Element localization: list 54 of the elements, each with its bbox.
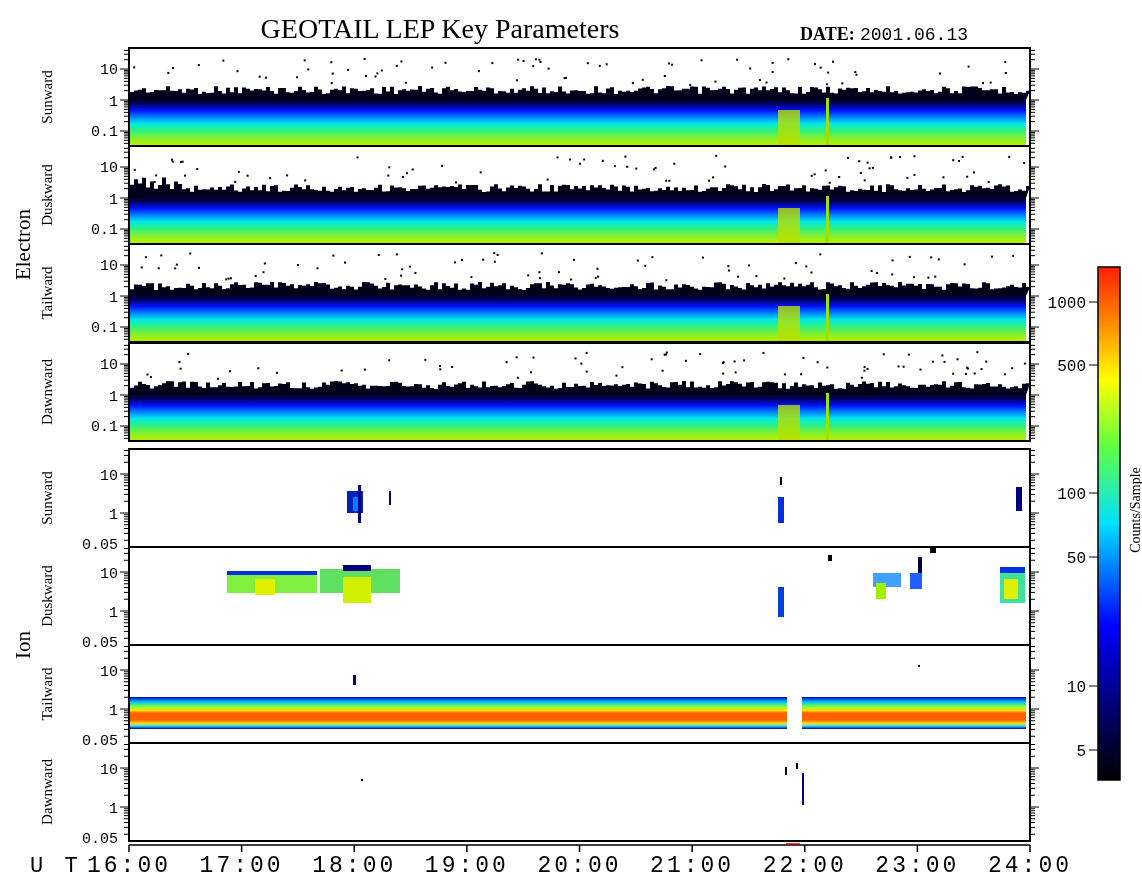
- y-tick-label: 1: [109, 801, 118, 818]
- panel-label: Duskward: [39, 164, 55, 226]
- y-tick-label: 1: [109, 389, 118, 406]
- time-tick-label: 19:00: [424, 853, 509, 879]
- y-tick-label: 0.05: [82, 733, 118, 750]
- color-scale-label: 500: [1057, 358, 1086, 376]
- y-tick-label: 10: [100, 566, 118, 583]
- y-tick-label: 10: [100, 468, 118, 485]
- y-tick-label: 0.1: [91, 124, 118, 141]
- y-tick-label: 0.05: [82, 831, 118, 848]
- group-label: Electron: [11, 208, 35, 281]
- panel-label: Tailward: [39, 667, 55, 721]
- group-label: Ion: [11, 631, 35, 659]
- y-tick-label: 0.1: [91, 419, 118, 436]
- y-tick-label: 0.05: [82, 635, 118, 652]
- y-tick-label: 10: [100, 762, 118, 779]
- panel-label: Dawnward: [39, 359, 55, 425]
- plot-title: GEOTAIL LEP Key Parameters: [260, 13, 620, 44]
- panel-label: Duskward: [39, 565, 55, 627]
- y-tick-label: 1: [109, 192, 118, 209]
- y-tick-label: 1: [109, 507, 118, 524]
- color-scale-label: 100: [1057, 486, 1086, 504]
- y-tick-label: 10: [100, 258, 118, 275]
- y-tick-label: 1: [109, 703, 118, 720]
- time-tick-label: 16:00: [87, 853, 171, 879]
- y-tick-label: 0.1: [91, 320, 118, 337]
- panel-label: Tailward: [39, 266, 55, 320]
- color-scale-label: 50: [1066, 550, 1086, 568]
- time-tick-label: 18:00: [312, 853, 397, 879]
- y-tick-label: 0.1: [91, 222, 118, 239]
- y-tick-label: 10: [100, 62, 118, 79]
- y-tick-label: 10: [100, 357, 118, 374]
- time-tick-label: 22:00: [762, 853, 847, 879]
- y-tick-label: 10: [100, 160, 118, 177]
- time-tick-label: 24:00: [988, 853, 1072, 879]
- panel-label: Dawnward: [39, 759, 55, 825]
- panel-label: Sunward: [39, 471, 55, 525]
- gap-marker: [785, 843, 801, 845]
- y-tick-label: 1: [109, 605, 118, 622]
- color-scale-label: 10: [1066, 679, 1086, 697]
- y-tick-label: 0.05: [82, 537, 118, 554]
- panel-label: Sunward: [39, 70, 55, 124]
- time-tick-label: 23:00: [875, 853, 960, 879]
- y-tick-label: 10: [100, 664, 118, 681]
- time-tick-label: 20:00: [537, 853, 622, 879]
- time-tick-label: 21:00: [650, 853, 735, 879]
- date-value: 2001.06.13: [860, 25, 969, 45]
- color-scale-label: 1000: [1047, 295, 1086, 313]
- y-tick-label: 1: [109, 94, 118, 111]
- time-tick-label: 17:00: [199, 853, 284, 879]
- axis-label: U T: [30, 854, 82, 879]
- date-label: DATE:: [800, 24, 855, 44]
- color-scale-label: 5: [1076, 743, 1086, 761]
- y-tick-label: 1: [109, 290, 118, 307]
